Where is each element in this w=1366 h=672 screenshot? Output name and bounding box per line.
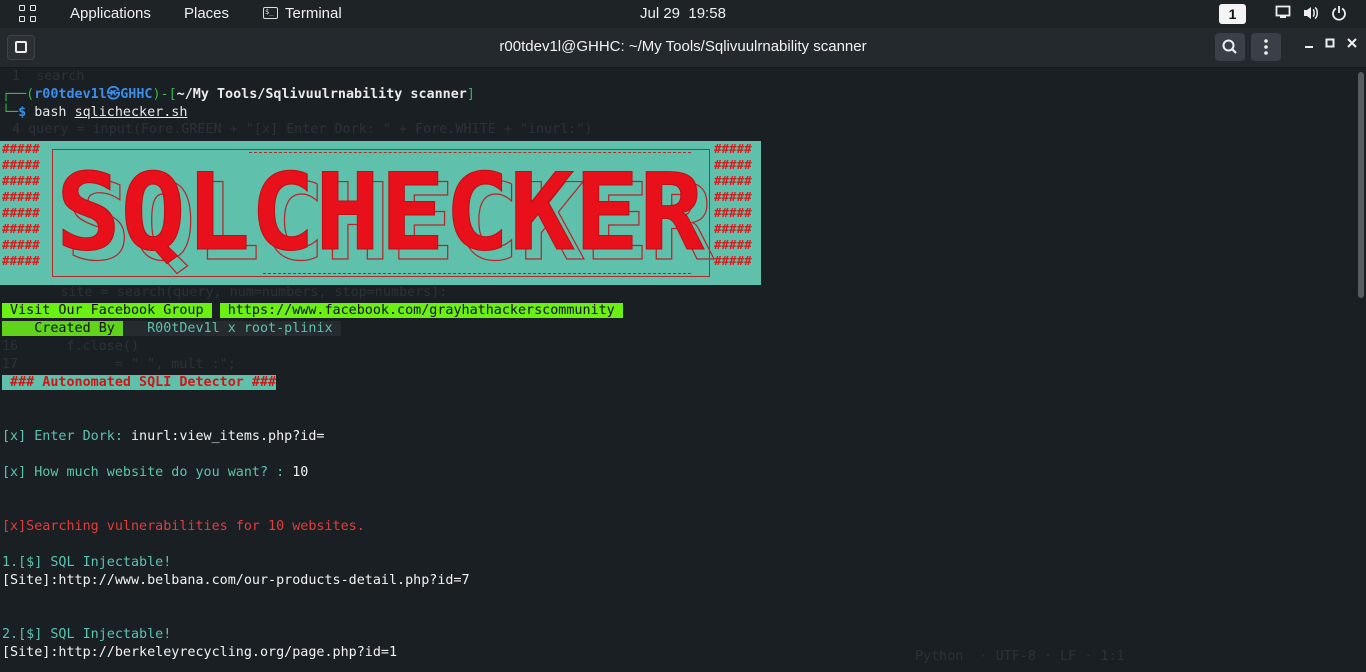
facebook-url: https://www.facebook.com/grayhathackersc…	[219, 303, 623, 318]
ghost-text-split: 17 = " ", mult :";	[2, 357, 236, 372]
search-icon	[1222, 39, 1237, 54]
dork-label: [x] Enter Dork:	[2, 429, 131, 444]
ghost-text-site: site = search(query, num=numbers, stop=n…	[60, 285, 448, 300]
dork-line: [x] Enter Dork: inurl:view_items.php?id=	[2, 428, 324, 446]
ghost-status-line: Python · UTF-8 · LF · 1:1	[915, 649, 1125, 664]
minimize-icon	[1305, 46, 1313, 48]
result-1-heading: 1.[$] SQL Injectable!	[2, 555, 172, 570]
created-label: Created By	[2, 321, 123, 336]
sqlchecker-banner: ##### ##### ##### ##### ##### ##### ####…	[0, 141, 761, 285]
searching-line: [x]Searching vulnerabilities for 10 webs…	[2, 519, 365, 534]
terminal-output[interactable]: 1 search 4 query = input(Fore.GREEN + "[…	[0, 68, 1366, 672]
detector-line: ### Autonomated SQLI Detector ###	[2, 374, 277, 392]
menu-button[interactable]	[1251, 33, 1281, 61]
ghost-text-query: 4 query = input(Fore.GREEN + "[x] Enter …	[12, 122, 593, 137]
banner-logo-text: SQLCHECKER	[56, 151, 704, 274]
volume-icon[interactable]	[1302, 5, 1320, 23]
workspace-indicator[interactable]: 1	[1219, 4, 1246, 24]
terminal-app-menu[interactable]: Terminal	[285, 5, 342, 22]
command-file: sqlichecker.sh	[74, 105, 188, 120]
close-icon	[1347, 38, 1357, 48]
ghost-text-fclose: 16 f.close()	[2, 339, 140, 354]
clock[interactable]: Jul 29 19:58	[640, 5, 726, 22]
clock-time: 19:58	[688, 5, 726, 22]
command-prefix: bash	[34, 105, 75, 120]
facebook-label: Visit Our Facebook Group	[2, 303, 212, 318]
facebook-line: Visit Our Facebook Group https://www.fac…	[2, 302, 623, 320]
banner-logo: SQLCHECKER SQLCHECKER	[56, 151, 715, 285]
count-line: [x] How much website do you want? : 10	[2, 464, 308, 482]
terminal-titlebar: r00tdev1l@GHHC: ~/My Tools/Sqlivuulrnabi…	[0, 28, 1366, 68]
result-1-site: [Site]:http://www.belbana.com/our-produc…	[2, 573, 470, 588]
prompt-user: r00tdev1l㉿GHHC	[34, 87, 153, 102]
activities-grid-icon[interactable]	[19, 5, 37, 23]
command-line: └─$ bash sqlichecker.sh	[2, 105, 188, 120]
count-value: 10	[292, 465, 309, 480]
kebab-menu-icon	[1264, 39, 1268, 55]
terminal-app-icon: $_	[263, 7, 278, 19]
prompt-line: ┌──(r00tdev1l㉿GHHC)-[~/My Tools/Sqlivuul…	[2, 87, 475, 102]
dork-value: inurl:view_items.php?id=	[131, 429, 325, 444]
terminal-scrollbar[interactable]	[1358, 72, 1364, 298]
ghost-text-search: 1 search	[12, 69, 85, 84]
prompt-path: ~/My Tools/Sqlivuulrnability scanner	[176, 87, 467, 102]
top-panel: Applications Places $_ Terminal Jul 29 1…	[0, 0, 1366, 28]
maximize-button[interactable]	[1323, 36, 1337, 55]
clock-date: Jul 29	[640, 5, 681, 22]
places-menu[interactable]: Places	[184, 5, 229, 22]
search-button[interactable]	[1215, 33, 1245, 61]
created-by-line: Created By R00tDev1l x root-plinix	[2, 320, 341, 338]
detector-label: ### Autonomated SQLI Detector ###	[2, 375, 277, 390]
minimize-button[interactable]	[1302, 36, 1316, 55]
result-2-site: [Site]:http://berkeleyrecycling.org/page…	[2, 645, 398, 660]
power-icon[interactable]	[1330, 5, 1348, 23]
close-button[interactable]	[1345, 36, 1359, 55]
created-by-value: R00tDev1l x root-plinix	[122, 321, 341, 336]
maximize-icon	[1325, 38, 1335, 48]
count-label: [x] How much website do you want? :	[2, 465, 293, 480]
screen-icon[interactable]	[1274, 5, 1292, 23]
window-title: r00tdev1l@GHHC: ~/My Tools/Sqlivuulrnabi…	[499, 38, 867, 55]
applications-menu[interactable]: Applications	[70, 5, 151, 22]
result-2-heading: 2.[$] SQL Injectable!	[2, 627, 172, 642]
